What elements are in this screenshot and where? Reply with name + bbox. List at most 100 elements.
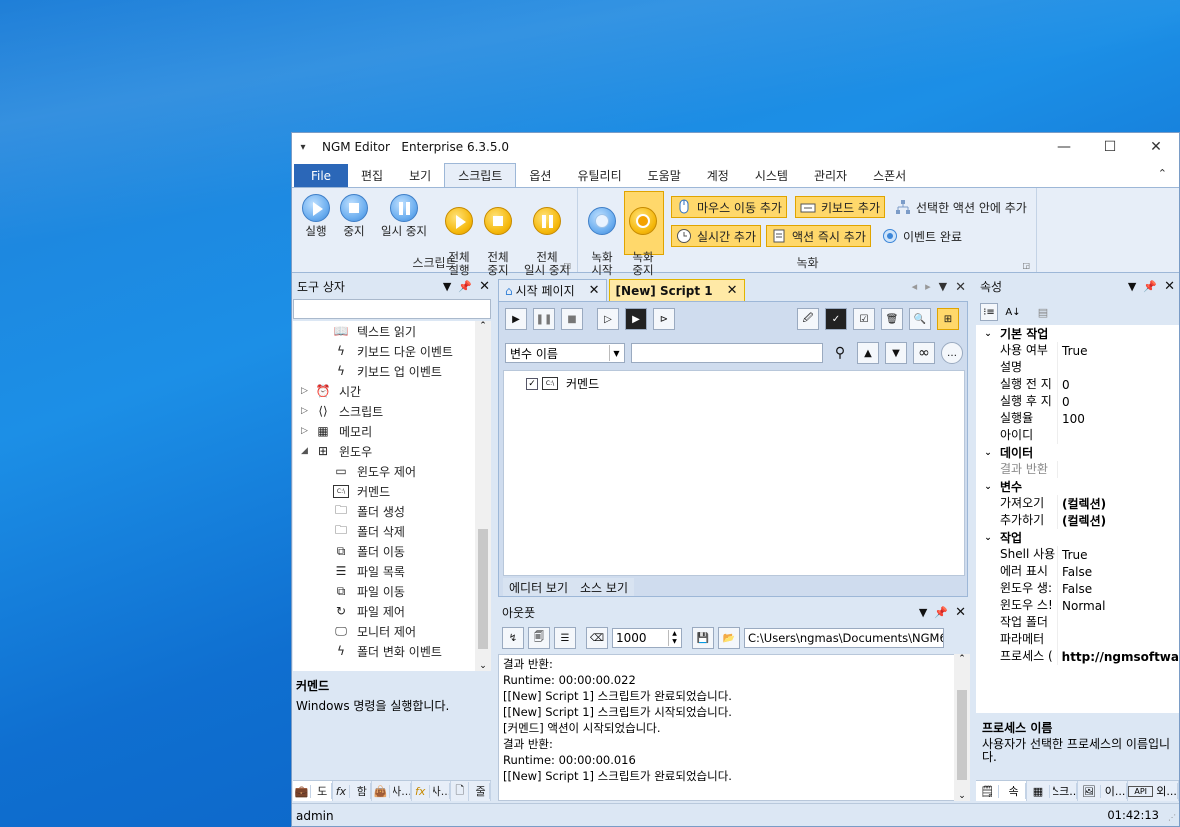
property-value[interactable]: (컬렉션)	[1058, 495, 1106, 512]
dropdown-icon[interactable]: ▼	[443, 280, 451, 293]
tree-item-window-control[interactable]: ▭ 윈도우 제어	[333, 461, 416, 481]
tab-functions[interactable]: fx 함	[333, 781, 373, 801]
ribbon-collapse-icon[interactable]: ⌃	[1158, 167, 1167, 180]
tree-item-folder-delete[interactable]: 🗀 폴더 삭제	[333, 521, 405, 541]
tab-sponsor[interactable]: 스폰서	[860, 164, 919, 187]
tab-editor-view[interactable]: 에디터 보기	[503, 578, 575, 596]
clear-button[interactable]: 🗑	[881, 308, 903, 330]
pin-icon[interactable]: 📌	[1143, 280, 1157, 293]
scroll-down-icon[interactable]: ⌄	[954, 791, 970, 801]
play-from-button[interactable]: ⊳	[653, 308, 675, 330]
property-row[interactable]: Shell 사용 True	[976, 546, 1179, 563]
tab-source-view[interactable]: 소스 보기	[574, 578, 634, 596]
alphabetical-sort-icon[interactable]: A↓	[1004, 303, 1022, 321]
tab-new-script-1[interactable]: [New] Script 1 ✕	[608, 279, 745, 301]
toolbox-search-input[interactable]	[293, 299, 491, 319]
scroll-thumb[interactable]	[957, 690, 967, 780]
property-row[interactable]: 프로세스 (http://ngmsoftwa	[976, 648, 1179, 665]
property-category[interactable]: ⌄ 기본 작업	[976, 325, 1179, 342]
close-button[interactable]: ✕	[1133, 133, 1179, 161]
scroll-left-icon[interactable]: ◂	[912, 280, 918, 295]
tab-user-items[interactable]: 👜사...	[372, 781, 412, 801]
property-row[interactable]: 결과 반환	[976, 461, 1179, 478]
tab-images[interactable]: 🖼 이...	[1078, 781, 1129, 801]
output-scrollbar[interactable]: ⌃ ⌄	[954, 654, 970, 801]
image-edit-button[interactable]: 🖉	[797, 308, 819, 330]
wrap-icon[interactable]: ↯	[502, 627, 524, 649]
save-icon[interactable]: 💾	[692, 627, 714, 649]
tree-item-file-list[interactable]: ☰ 파일 목록	[333, 561, 405, 581]
property-value[interactable]: 100	[1058, 412, 1085, 426]
folder-open-icon[interactable]: 📂	[718, 627, 740, 649]
tree-item-file-move[interactable]: ⧉ 파일 이동	[333, 581, 405, 601]
tree-item-folder-move[interactable]: ⧉ 폴더 이동	[333, 541, 405, 561]
tab-help[interactable]: 도움말	[635, 164, 694, 187]
step-play-button[interactable]: ▷	[597, 308, 619, 330]
property-value[interactable]: (컬렉션)	[1058, 512, 1106, 529]
property-row[interactable]: 실행율 100	[976, 410, 1179, 427]
tree-item-read-text[interactable]: 📖 텍스트 읽기	[333, 321, 417, 341]
tab-toolbox[interactable]: 💼 도	[293, 781, 333, 801]
tree-item-folder-create[interactable]: 🗀 폴더 생성	[333, 501, 405, 521]
dropdown-icon[interactable]: ▼	[919, 606, 927, 619]
close-icon[interactable]: ✕	[955, 280, 966, 295]
collapse-chevron-icon[interactable]: ⌄	[976, 329, 1000, 339]
categorized-icon[interactable]: ⁝≡	[980, 303, 998, 321]
toolbox-scrollbar[interactable]: ⌃ ⌄	[475, 321, 491, 671]
property-row[interactable]: 추가하기 (컬렉션)	[976, 512, 1179, 529]
tree-item-window[interactable]: ◢ ⊞ 윈도우	[301, 441, 372, 461]
tab-utility[interactable]: 유틸리티	[564, 164, 634, 187]
stop-button[interactable]: 중지	[338, 194, 370, 238]
document-list-icon[interactable]: ▼	[939, 280, 947, 295]
variable-search-input[interactable]	[631, 343, 823, 363]
tab-start-page[interactable]: ⌂ 시작 페이지 ✕	[498, 279, 607, 301]
property-row[interactable]: 윈도우 생: False	[976, 580, 1179, 597]
action-checkbox[interactable]: ✓	[526, 377, 538, 390]
scroll-up-icon[interactable]: ⌃	[954, 654, 970, 664]
close-tab-icon[interactable]: ✕	[727, 283, 738, 298]
tree-item-file-control[interactable]: ↻ 파일 제어	[333, 601, 405, 621]
expand-arrow-icon[interactable]: ▷	[301, 406, 315, 416]
tab-admin[interactable]: 관리자	[801, 164, 860, 187]
close-icon[interactable]: ✕	[1164, 279, 1175, 294]
dialog-launcher-icon[interactable]: ◲	[563, 261, 571, 270]
scroll-right-icon[interactable]: ▸	[925, 280, 931, 295]
property-row[interactable]: 실행 전 지0	[976, 376, 1179, 393]
tab-user-functions[interactable]: fx사...	[412, 781, 452, 801]
property-row[interactable]: 실행 후 지0	[976, 393, 1179, 410]
copy-document-icon[interactable]: 🗐	[528, 627, 550, 649]
property-category[interactable]: ⌄ 데이터	[976, 444, 1179, 461]
tab-lines[interactable]: 🗋 줄	[451, 781, 491, 801]
property-value[interactable]: True	[1058, 344, 1088, 358]
pin-icon[interactable]: 📌	[934, 606, 948, 619]
collapse-chevron-icon[interactable]: ⌄	[976, 533, 1000, 543]
property-category[interactable]: ⌄ 변수	[976, 478, 1179, 495]
pause-button[interactable]: 일시 중지	[376, 194, 432, 238]
keyboard-add-button[interactable]: 키보드 추가	[795, 196, 886, 218]
property-row[interactable]: 가져오기 (컬렉션)	[976, 495, 1179, 512]
tree-item-keydown-event[interactable]: ϟ 키보드 다운 이벤트	[333, 341, 453, 361]
dropdown-icon[interactable]: ▼	[1128, 280, 1136, 293]
tree-item-command[interactable]: C:\ 커멘드	[333, 481, 390, 501]
property-row[interactable]: 아이디	[976, 427, 1179, 444]
tab-options[interactable]: 옵션	[516, 164, 564, 187]
search-icon[interactable]: ⚲	[829, 342, 851, 364]
line-count-input[interactable]: 1000 ▲ ▼	[612, 628, 682, 648]
tab-script-list[interactable]: ▦스크...	[1027, 781, 1078, 801]
close-tab-icon[interactable]: ✕	[589, 283, 600, 298]
tab-properties[interactable]: 🗒 속	[976, 781, 1027, 801]
eraser-icon[interactable]: ⌫	[586, 627, 608, 649]
property-value[interactable]: False	[1058, 565, 1092, 579]
property-row[interactable]: 파라메터	[976, 631, 1179, 648]
action-item-command[interactable]: ✓ C:\ 커멘드	[526, 375, 599, 392]
property-value[interactable]: False	[1058, 582, 1092, 596]
tab-edit[interactable]: 편집	[348, 164, 396, 187]
play-selected-button[interactable]: ▶	[625, 308, 647, 330]
close-icon[interactable]: ✕	[955, 605, 966, 620]
expand-arrow-icon[interactable]: ▷	[301, 386, 315, 396]
play-button[interactable]: ▶	[505, 308, 527, 330]
tree-item-folder-change-event[interactable]: ϟ 폴더 변화 이벤트	[333, 641, 442, 661]
property-row[interactable]: 사용 여부 True	[976, 342, 1179, 359]
add-in-selected-button[interactable]: 선택한 액션 안에 추가	[891, 196, 1031, 218]
check-all-button[interactable]: ✓	[825, 308, 847, 330]
